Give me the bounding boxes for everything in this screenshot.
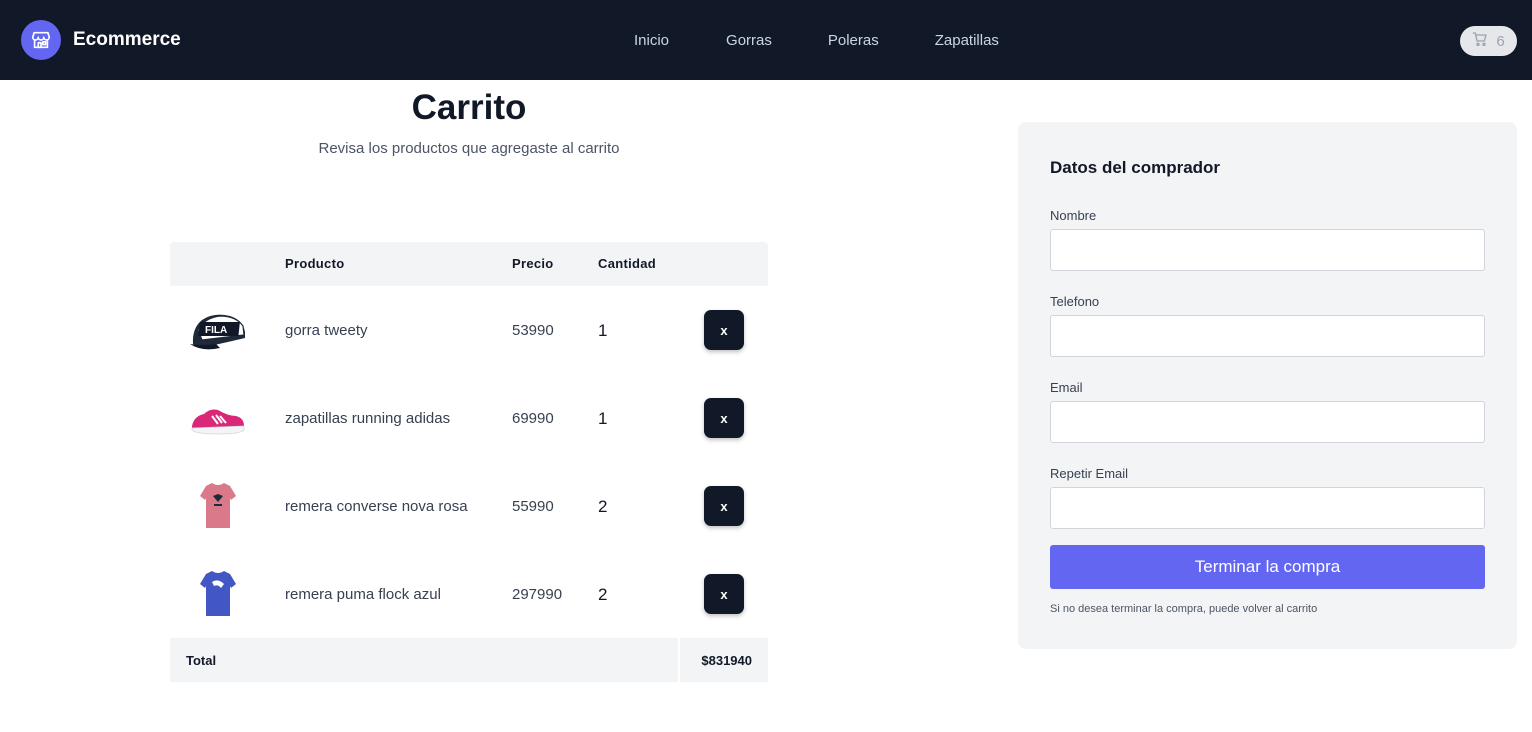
total-label: Total (186, 653, 217, 668)
telefono-label: Telefono (1050, 294, 1100, 309)
nav-link-zapatillas[interactable]: Zapatillas (935, 32, 999, 49)
buyer-form-title: Datos del comprador (1050, 158, 1221, 177)
table-row: remera puma flock azul 297990 2 x (170, 550, 768, 638)
finish-purchase-button[interactable]: Terminar la compra (1050, 545, 1485, 589)
email-label: Email (1050, 380, 1083, 395)
product-quantity: 1 (598, 409, 608, 428)
product-quantity: 1 (598, 321, 608, 340)
product-price: 53990 (512, 322, 554, 339)
nav-links: Inicio Gorras Poleras Zapatillas (634, 0, 999, 80)
top-navbar: Ecommerce Inicio Gorras Poleras Zapatill… (0, 0, 1532, 80)
cart-count: 6 (1496, 32, 1505, 50)
product-quantity: 2 (598, 497, 608, 516)
brand[interactable]: Ecommerce (21, 20, 181, 60)
pink-sneaker-image (188, 390, 248, 446)
repetir-email-label: Repetir Email (1050, 466, 1129, 481)
table-row: remera converse nova rosa 55990 2 x (170, 462, 768, 550)
column-header-cantidad: Cantidad (598, 256, 657, 271)
nombre-label: Nombre (1050, 208, 1097, 223)
remove-item-button[interactable]: x (704, 310, 744, 350)
brand-name: Ecommerce (73, 29, 181, 50)
page-title: Carrito (411, 88, 527, 127)
product-name: remera converse nova rosa (285, 498, 468, 515)
product-name: remera puma flock azul (285, 586, 441, 603)
table-footer: Total $831940 (170, 638, 768, 682)
nav-link-poleras[interactable]: Poleras (828, 32, 879, 49)
table-row: zapatillas running adidas 69990 1 x (170, 374, 768, 462)
cart-icon (1472, 31, 1488, 51)
svg-text:FILA: FILA (205, 325, 227, 336)
product-price: 69990 (512, 410, 554, 427)
store-icon (21, 20, 61, 60)
nombre-input[interactable] (1050, 229, 1485, 271)
pink-tshirt-image (188, 478, 248, 534)
blue-tshirt-image (188, 566, 248, 622)
footer-divider (678, 638, 680, 682)
cart-table: Producto Precio Cantidad FILA gorra twee… (170, 242, 768, 638)
table-header: Producto Precio Cantidad (170, 242, 768, 286)
remove-item-button[interactable]: x (704, 398, 744, 438)
nav-link-inicio[interactable]: Inicio (634, 32, 669, 49)
product-name: zapatillas running adidas (285, 410, 451, 427)
product-price: 55990 (512, 498, 554, 515)
column-header-producto: Producto (285, 256, 345, 271)
product-price: 297990 (512, 586, 563, 603)
telefono-input[interactable] (1050, 315, 1485, 357)
remove-item-button[interactable]: x (704, 574, 744, 614)
buyer-form-panel: Datos del comprador Nombre Telefono Emai… (1018, 122, 1517, 649)
email-input[interactable] (1050, 401, 1485, 443)
table-row: FILA gorra tweety 53990 1 x (170, 286, 768, 374)
cart-button[interactable]: 6 (1460, 26, 1517, 56)
back-to-cart-note: Si no desea terminar la compra, puede vo… (1050, 603, 1318, 615)
product-quantity: 2 (598, 585, 608, 604)
fila-cap-image: FILA (188, 302, 248, 358)
column-header-precio: Precio (512, 256, 554, 271)
page-subtitle: Revisa los productos que agregaste al ca… (318, 140, 620, 157)
remove-item-button[interactable]: x (704, 486, 744, 526)
nav-link-gorras[interactable]: Gorras (726, 32, 772, 49)
product-name: gorra tweety (285, 322, 368, 339)
total-amount: $831940 (701, 653, 752, 668)
repetir-email-input[interactable] (1050, 487, 1485, 529)
